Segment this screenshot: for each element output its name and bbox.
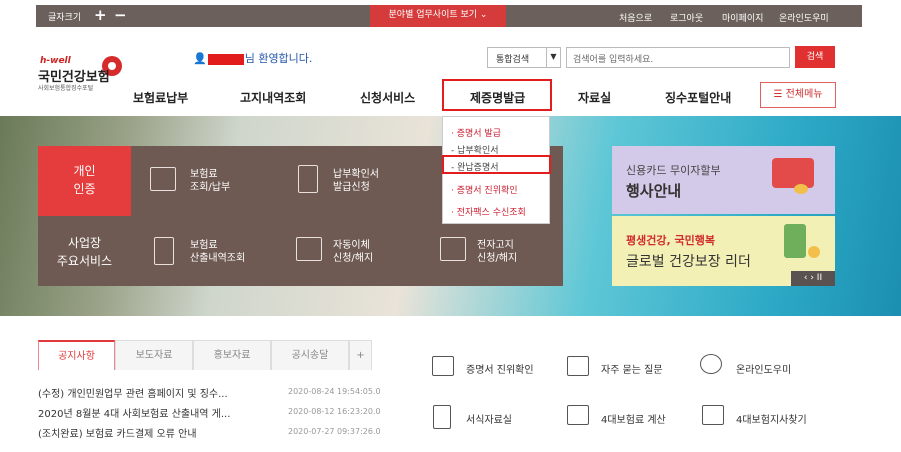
quicklink-forms[interactable]: 서식자료실 xyxy=(466,411,512,426)
notice-item[interactable]: 2020년 8월분 4대 사회보험료 산출내역 게... xyxy=(38,405,230,420)
service-sublabel: 발급신청 xyxy=(333,182,370,193)
quicklink-online-help[interactable]: 온라인도우미 xyxy=(736,361,791,376)
menu-cert-verify[interactable]: · 증명서 진위확인 xyxy=(451,183,518,196)
notice-date: 2020-08-12 16:23:20.0 xyxy=(288,407,381,416)
quicklink-premium-calc[interactable]: 4대보험료 계산 xyxy=(601,411,666,426)
notice-item[interactable]: (수정) 개인민원업무 관련 홈페이지 및 징수... xyxy=(38,385,228,400)
mypage-link[interactable]: 마이페이지 xyxy=(722,11,763,24)
logo-tagline: h-well xyxy=(40,56,71,66)
site-select-button[interactable]: 분야별 업무사이트 보기 ⌄ xyxy=(370,5,506,27)
map-pin-icon xyxy=(702,405,724,425)
auto-transfer-icon xyxy=(296,237,322,261)
submenu-highlight xyxy=(442,155,551,174)
personal-auth-line2: 인증 xyxy=(73,182,96,196)
online-help-link[interactable]: 온라인도우미 xyxy=(779,11,829,24)
service-auto-transfer[interactable]: 자동이체 신청/해지 xyxy=(333,239,373,265)
nav-insurance-payment[interactable]: 보험료납부 xyxy=(133,89,188,106)
service-sublabel: 신청/해지 xyxy=(333,253,374,264)
service-sublabel: 조회/납부 xyxy=(190,182,231,193)
personal-auth-line1: 개인 xyxy=(73,164,96,178)
tab-promo[interactable]: 홍보자료 xyxy=(193,340,271,370)
service-sublabel: 산출내역조회 xyxy=(190,253,246,264)
service-e-notice[interactable]: 전자고지 신청/해지 xyxy=(477,239,517,265)
quicklink-faq[interactable]: 자주 묻는 질문 xyxy=(601,361,663,376)
nav-library[interactable]: 자료실 xyxy=(578,89,611,106)
home-link[interactable]: 처음으로 xyxy=(619,11,652,24)
notice-tabs: 공지사항 보도자료 홍보자료 공시송달 + xyxy=(38,340,372,370)
service-payment-confirmation[interactable]: 납부확인서 발급신청 xyxy=(333,168,379,194)
document-icon xyxy=(298,165,318,193)
promo2-line1: 평생건강, 국민행복 xyxy=(626,234,715,247)
user-icon: 👤 xyxy=(193,52,207,65)
promo1-line1: 신용카드 무이자할부 xyxy=(626,164,721,177)
nav-certificate-issue[interactable]: 제증명발급 xyxy=(470,89,525,106)
chevron-down-icon: ▼ xyxy=(546,48,560,67)
top-utility-bar: 글자크기 + − 분야별 업무사이트 보기 ⌄ 처음으로 로그아웃 마이페이지 … xyxy=(36,5,862,27)
search-scope-value: 통합검색 xyxy=(496,55,530,65)
redacted-username xyxy=(207,53,244,65)
nav-notice-history[interactable]: 고지내역조회 xyxy=(240,89,306,106)
welcome-message: 👤 님 환영합니다. xyxy=(193,50,312,66)
nav-application-service[interactable]: 신청서비스 xyxy=(360,89,415,106)
credit-card-icon xyxy=(772,158,814,188)
headset-icon xyxy=(700,354,722,374)
personal-auth-tile[interactable]: 개인 인증 xyxy=(38,146,131,216)
slider-controls[interactable]: ‹ › II xyxy=(791,271,835,286)
forms-icon xyxy=(433,405,451,429)
service-label: 보험료 xyxy=(190,240,218,251)
logout-link[interactable]: 로그아웃 xyxy=(670,11,703,24)
all-menu-button[interactable]: ☰ 전체메뉴 xyxy=(760,82,836,108)
quicklink-cert-verify[interactable]: 증명서 진위확인 xyxy=(466,361,534,376)
e-notice-icon xyxy=(440,237,466,261)
service-label: 전자고지 xyxy=(477,240,514,251)
welcome-text: 님 환영합니다. xyxy=(244,52,313,65)
quicklink-branch-finder[interactable]: 4대보험지사찾기 xyxy=(736,411,807,426)
font-decrease-button[interactable]: − xyxy=(114,6,127,24)
promo2-line2: 글로벌 건강보장 리더 xyxy=(626,254,751,270)
search-button[interactable]: 검색 xyxy=(795,46,835,68)
service-sublabel: 신청/해지 xyxy=(477,253,518,264)
font-size-label: 글자크기 xyxy=(48,13,82,23)
certificate-verify-icon xyxy=(432,356,454,376)
search-input[interactable]: 검색어를 입력하세요. xyxy=(566,47,790,68)
calculator-icon xyxy=(567,405,589,425)
calculator-icon xyxy=(154,237,174,265)
logo-subtitle: 사회보험통합징수포털 xyxy=(38,85,94,92)
menu-efax-inquiry[interactable]: · 전자팩스 수신조회 xyxy=(451,205,526,218)
tab-notice[interactable]: 공지사항 xyxy=(38,340,115,370)
hamburger-icon: ☰ xyxy=(773,89,783,100)
service-label: 보험료 xyxy=(190,169,218,180)
coin-icon xyxy=(808,246,820,258)
service-label: 납부확인서 xyxy=(333,169,379,180)
notice-date: 2020-07-27 09:37:26.0 xyxy=(288,427,381,436)
coin-icon xyxy=(794,184,808,194)
business-line2: 주요서비스 xyxy=(56,254,113,268)
service-label: 자동이체 xyxy=(333,240,370,251)
all-menu-label: 전체메뉴 xyxy=(785,89,823,100)
tab-public-notice[interactable]: 공시송달 xyxy=(271,340,349,370)
business-line1: 사업장 xyxy=(67,236,102,250)
premium-payment-icon xyxy=(150,167,176,191)
nav-portal-guide[interactable]: 징수포털안내 xyxy=(665,89,731,106)
tab-press[interactable]: 보도자료 xyxy=(115,340,193,370)
tab-more-button[interactable]: + xyxy=(349,340,372,370)
font-increase-button[interactable]: + xyxy=(94,6,107,24)
search-scope-select[interactable]: 통합검색 ▼ xyxy=(487,47,561,68)
service-premium-payment[interactable]: 보험료 조회/납부 xyxy=(190,168,230,194)
faq-icon xyxy=(567,356,589,376)
promo1-line2: 행사안내 xyxy=(626,182,682,200)
people-icon xyxy=(784,224,806,258)
service-premium-calculation[interactable]: 보험료 산출내역조회 xyxy=(190,239,245,265)
promo-card-installment[interactable]: 신용카드 무이자할부 행사안내 xyxy=(612,146,835,214)
business-service-tile[interactable]: 사업장 주요서비스 xyxy=(38,216,131,286)
menu-cert-issue[interactable]: · 증명서 발급 xyxy=(451,126,501,139)
notice-date: 2020-08-24 19:54:05.0 xyxy=(288,387,381,396)
notice-item[interactable]: (조치완료) 보험료 카드결제 오류 안내 xyxy=(38,425,197,440)
